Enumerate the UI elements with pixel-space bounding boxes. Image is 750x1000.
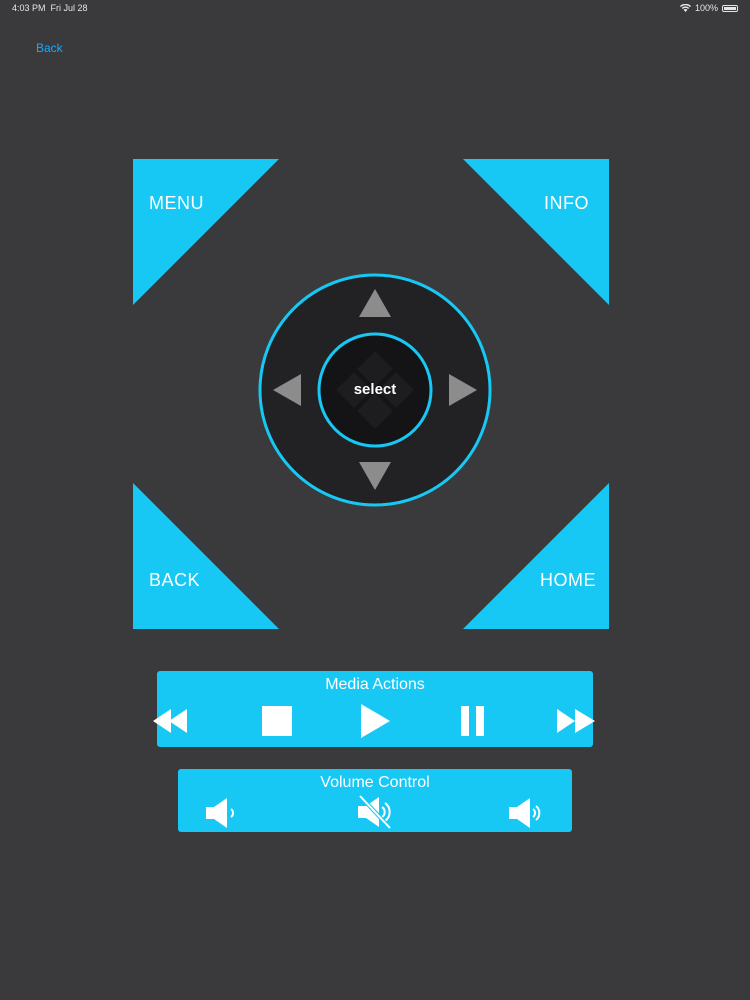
status-right: 100%	[679, 3, 738, 13]
status-time: 4:03 PM	[12, 3, 46, 13]
menu-label: MENU	[149, 193, 204, 213]
pause-icon[interactable]	[460, 705, 486, 737]
mute-icon[interactable]	[357, 795, 393, 829]
volume-down-icon[interactable]	[205, 797, 241, 829]
status-time-date: 4:03 PM Fri Jul 28	[12, 3, 88, 13]
volume-up-icon[interactable]	[508, 797, 544, 829]
back-link[interactable]: Back	[36, 41, 63, 55]
volume-control-panel: Volume Control	[178, 769, 572, 832]
media-actions-title: Media Actions	[325, 676, 425, 693]
wifi-icon	[679, 4, 691, 12]
dpad: select	[258, 273, 492, 507]
info-label: INFO	[544, 193, 589, 213]
select-button[interactable]	[317, 332, 433, 448]
volume-control-title: Volume Control	[320, 774, 430, 791]
fast-forward-icon[interactable]	[555, 705, 597, 737]
media-actions-panel: Media Actions	[153, 671, 595, 747]
rewind-icon[interactable]	[151, 705, 191, 737]
back-label: BACK	[149, 570, 201, 590]
home-label: HOME	[540, 570, 596, 590]
status-date: Fri Jul 28	[50, 3, 88, 13]
dpad-graphic	[258, 273, 492, 507]
battery-percent: 100%	[694, 3, 718, 13]
battery-icon	[722, 4, 738, 12]
stop-icon[interactable]	[261, 705, 293, 737]
play-icon[interactable]	[359, 703, 391, 739]
